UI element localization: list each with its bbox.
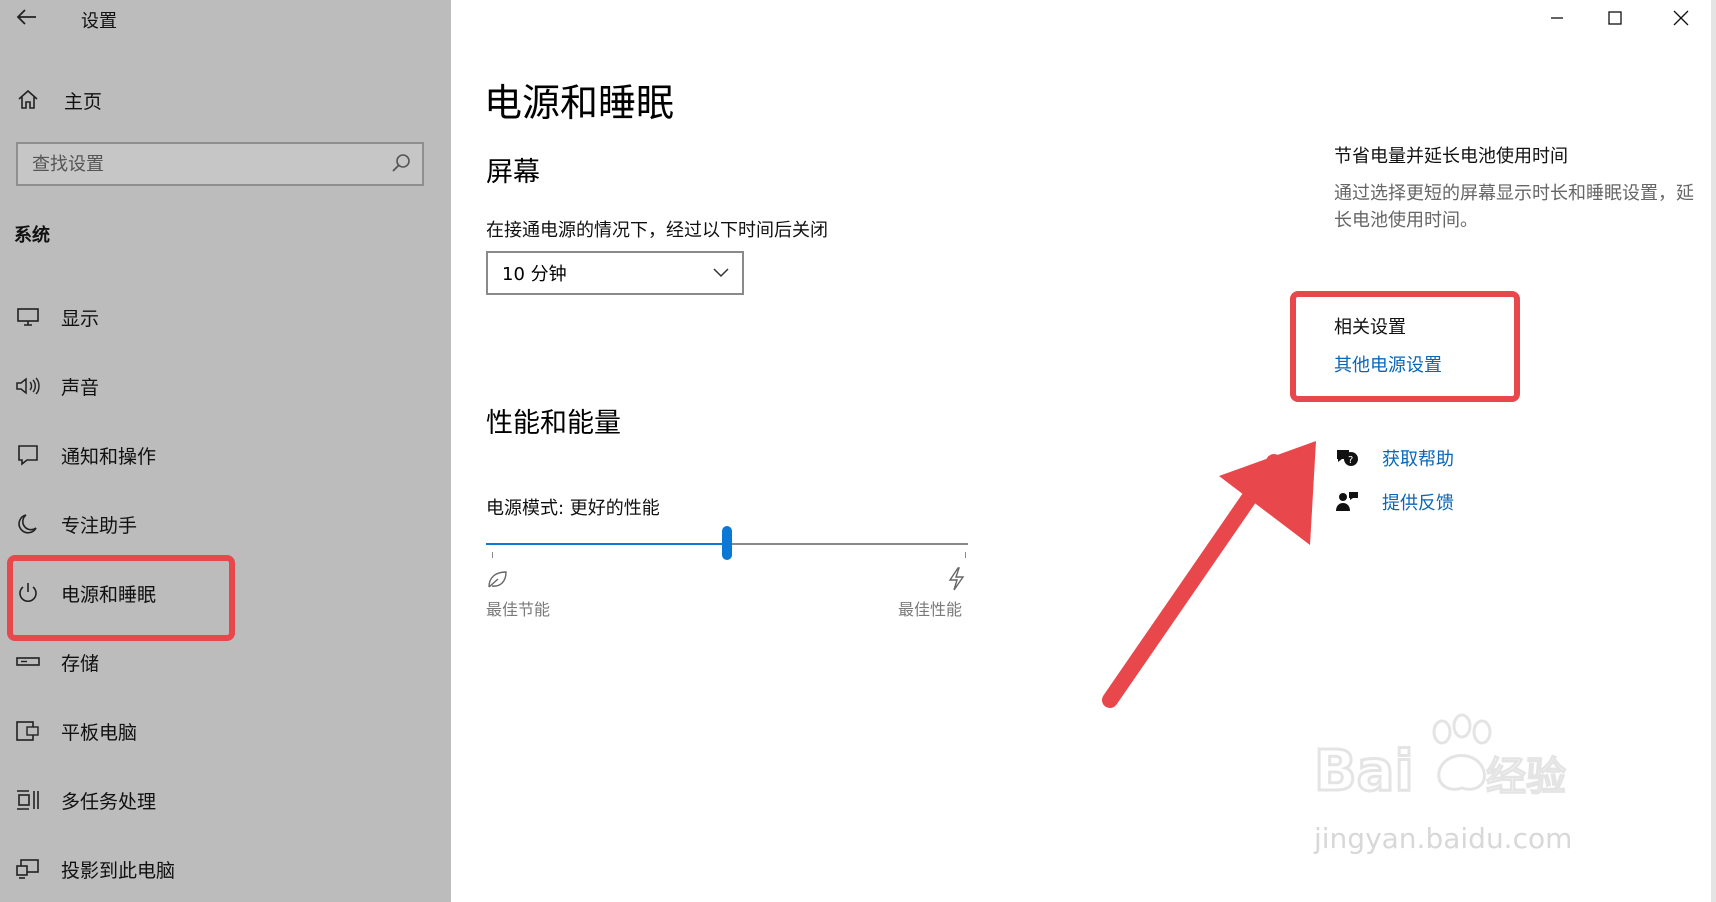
svg-text:Bai: Bai bbox=[1314, 739, 1414, 804]
scrollbar[interactable] bbox=[1711, 0, 1716, 902]
baidu-jingyan-watermark-logo: Bai 经验 bbox=[1313, 712, 1614, 816]
svg-text:经验: 经验 bbox=[1486, 754, 1566, 800]
watermark-url: jingyan.baidu.com bbox=[1314, 822, 1573, 855]
